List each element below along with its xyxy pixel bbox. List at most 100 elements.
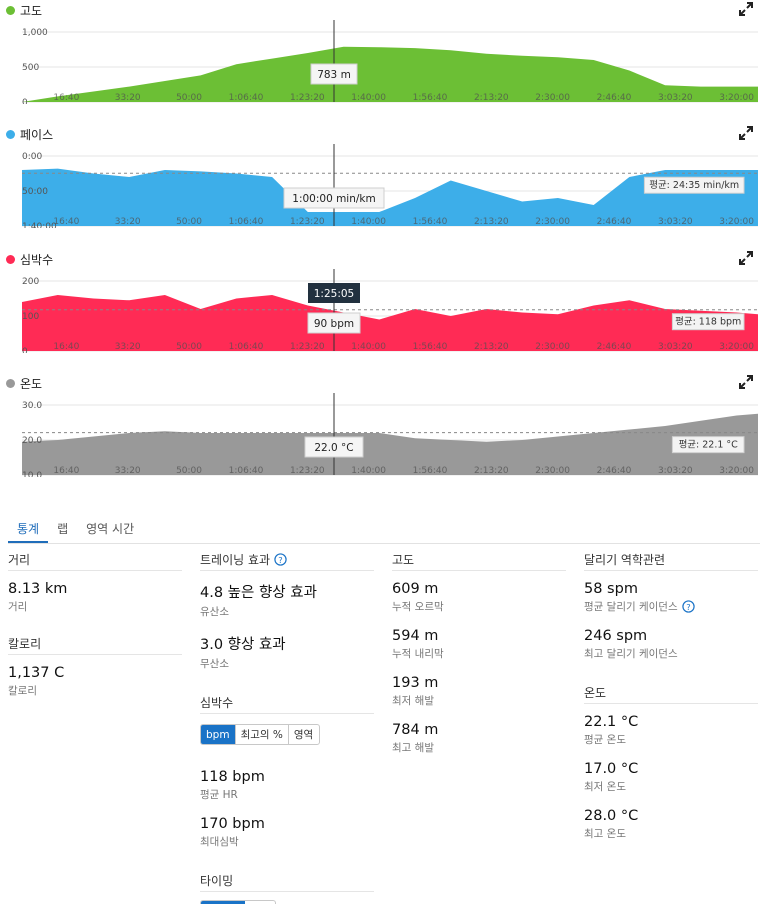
x-tick-label: 50:00 <box>176 342 202 352</box>
x-tick-label: 1:56:40 <box>413 93 448 103</box>
elevation-loss-label: 누적 내리막 <box>392 648 444 660</box>
cursor-tooltip: 22.0 °C <box>314 442 353 454</box>
y-tick-label: 50:00 <box>22 187 48 197</box>
aerobic-effect-value: 4.8 높은 향상 효과 <box>200 585 317 601</box>
altitude-chart-title: 고도 <box>20 3 43 18</box>
x-tick-label: 16:40 <box>53 93 79 103</box>
x-tick-label: 33:20 <box>115 466 141 476</box>
x-tick-label: 1:06:40 <box>229 93 264 103</box>
pace-legend-dot <box>6 129 15 139</box>
heart-rate-chart-title: 심박수 <box>20 252 54 267</box>
distance-value: 8.13 km <box>8 581 68 597</box>
x-tick-label: 16:40 <box>53 217 79 227</box>
x-tick-label: 1:23:20 <box>290 466 325 476</box>
x-tick-label: 2:30:00 <box>535 93 570 103</box>
x-tick-label: 2:30:00 <box>535 466 570 476</box>
tab-zone-time[interactable]: 영역 시간 <box>77 516 143 543</box>
heart-rate-legend-dot <box>6 254 15 264</box>
max-hr-value: 170 bpm <box>200 816 265 832</box>
x-tick-label: 1:23:20 <box>290 342 325 352</box>
expand-icon[interactable] <box>739 2 753 16</box>
altitude-chart-plot[interactable]: 1,000 500 0 16:40 33:20 50:00 1:06:40 1:23:20 1:… <box>0 20 773 104</box>
x-tick-label: 2:30:00 <box>535 217 570 227</box>
calories-label: 칼로리 <box>8 685 37 697</box>
x-tick-label: 2:46:40 <box>597 217 632 227</box>
help-icon[interactable]: ? <box>274 553 287 566</box>
temperature-chart: 온도 30.0 20.0 10.0 16:40 33:20 50:00 1:06:40 1:2… <box>0 373 773 477</box>
heart-rate-header: 심박수 <box>200 695 374 714</box>
y-tick-label: 0 <box>22 98 28 104</box>
temperature-chart-plot[interactable]: 30.0 20.0 10.0 16:40 33:20 50:00 1:06:40 1:23:2… <box>0 393 773 477</box>
aerobic-effect-label: 유산소 <box>200 606 229 618</box>
expand-icon[interactable] <box>739 375 753 389</box>
heart-rate-chart-plot[interactable]: 200 100 0 16:40 33:20 50:00 1:06:40 1:23:20 1:40… <box>0 269 773 353</box>
max-elevation-label: 최고 해발 <box>392 742 434 754</box>
altitude-chart-header: 고도 <box>6 0 42 20</box>
x-tick-label: 1:40:00 <box>351 93 386 103</box>
expand-icon[interactable] <box>739 251 753 265</box>
x-tick-label: 2:46:40 <box>597 342 632 352</box>
x-tick-label: 3:20:00 <box>719 466 754 476</box>
y-tick-label: 0:00 <box>22 152 42 162</box>
stats-column-3: 고도 609 m 누적 오르막 594 m 누적 내리막 193 m 최저 해발… <box>392 552 566 755</box>
x-tick-label: 33:20 <box>115 217 141 227</box>
hr-unit-max-percent[interactable]: 최고의 % <box>236 725 289 744</box>
elevation-gain-label: 누적 오르막 <box>392 601 444 613</box>
cursor-tooltip: 783 m <box>317 69 351 81</box>
temperature-chart-title: 온도 <box>20 376 43 391</box>
max-cadence-value: 246 spm <box>584 628 648 644</box>
min-temp-value: 17.0 °C <box>584 761 639 777</box>
y-tick-label: 1:40:00 <box>22 222 57 228</box>
x-tick-label: 33:20 <box>115 93 141 103</box>
x-tick-label: 2:13:20 <box>474 93 509 103</box>
x-tick-label: 3:03:20 <box>658 217 693 227</box>
x-tick-label: 2:30:00 <box>535 342 570 352</box>
elevation-gain-value: 609 m <box>392 581 439 597</box>
y-tick-label: 100 <box>22 312 39 322</box>
avg-cadence-label: 평균 달리기 케이던스 <box>584 601 678 613</box>
x-tick-label: 3:03:20 <box>658 342 693 352</box>
anaerobic-effect-value: 3.0 향상 효과 <box>200 637 286 653</box>
max-hr-label: 최대심박 <box>200 836 239 848</box>
y-tick-label: 0 <box>22 347 28 353</box>
hr-unit-bpm[interactable]: bpm <box>201 725 236 744</box>
heart-rate-chart-header: 심박수 <box>6 249 53 269</box>
distance-header: 거리 <box>8 552 182 571</box>
x-tick-label: 1:06:40 <box>229 217 264 227</box>
x-tick-label: 2:13:20 <box>474 466 509 476</box>
avg-cadence-value: 58 spm <box>584 581 638 597</box>
x-tick-label: 3:20:00 <box>719 217 754 227</box>
max-cadence-label: 최고 달리기 케이던스 <box>584 648 678 660</box>
x-tick-label: 2:13:20 <box>474 217 509 227</box>
help-icon[interactable]: ? <box>681 600 695 613</box>
x-tick-label: 3:03:20 <box>658 93 693 103</box>
average-label: 평균: 22.1 °C <box>679 440 739 451</box>
x-tick-label: 50:00 <box>176 217 202 227</box>
cursor-time: 1:25:05 <box>314 288 354 300</box>
stats-tabs: 통계 랩 영역 시간 <box>8 516 760 544</box>
x-tick-label: 3:03:20 <box>658 466 693 476</box>
average-label: 평균: 24:35 min/km <box>649 180 739 191</box>
pace-chart-title: 페이스 <box>20 127 54 142</box>
elevation-header: 고도 <box>392 552 566 571</box>
max-elevation-value: 784 m <box>392 722 439 738</box>
tab-laps[interactable]: 랩 <box>48 516 77 543</box>
training-effect-header: 트레이닝 효과 ? <box>200 552 374 571</box>
timing-toggle[interactable] <box>200 900 276 904</box>
x-tick-label: 1:56:40 <box>413 217 448 227</box>
cursor-tooltip: 90 bpm <box>314 318 354 330</box>
pace-chart-plot[interactable]: 0:00 50:00 1:40:0016:40 33:20 50:00 1:06:40 1:… <box>0 144 773 228</box>
x-tick-label: 50:00 <box>176 466 202 476</box>
temperature-legend-dot <box>6 378 15 388</box>
x-tick-label: 3:20:00 <box>719 342 754 352</box>
expand-icon[interactable] <box>739 126 753 140</box>
tab-stats[interactable]: 통계 <box>8 516 49 543</box>
x-tick-label: 1:56:40 <box>413 466 448 476</box>
x-tick-label: 3:20:00 <box>719 93 754 103</box>
y-tick-label: 500 <box>22 63 39 73</box>
avg-hr-value: 118 bpm <box>200 769 265 785</box>
hr-unit-zone[interactable]: 영역 <box>289 725 318 744</box>
avg-cadence-label-row: 평균 달리기 케이던스 ? <box>584 599 758 614</box>
y-tick-label: 30.0 <box>22 401 42 411</box>
x-tick-label: 33:20 <box>115 342 141 352</box>
